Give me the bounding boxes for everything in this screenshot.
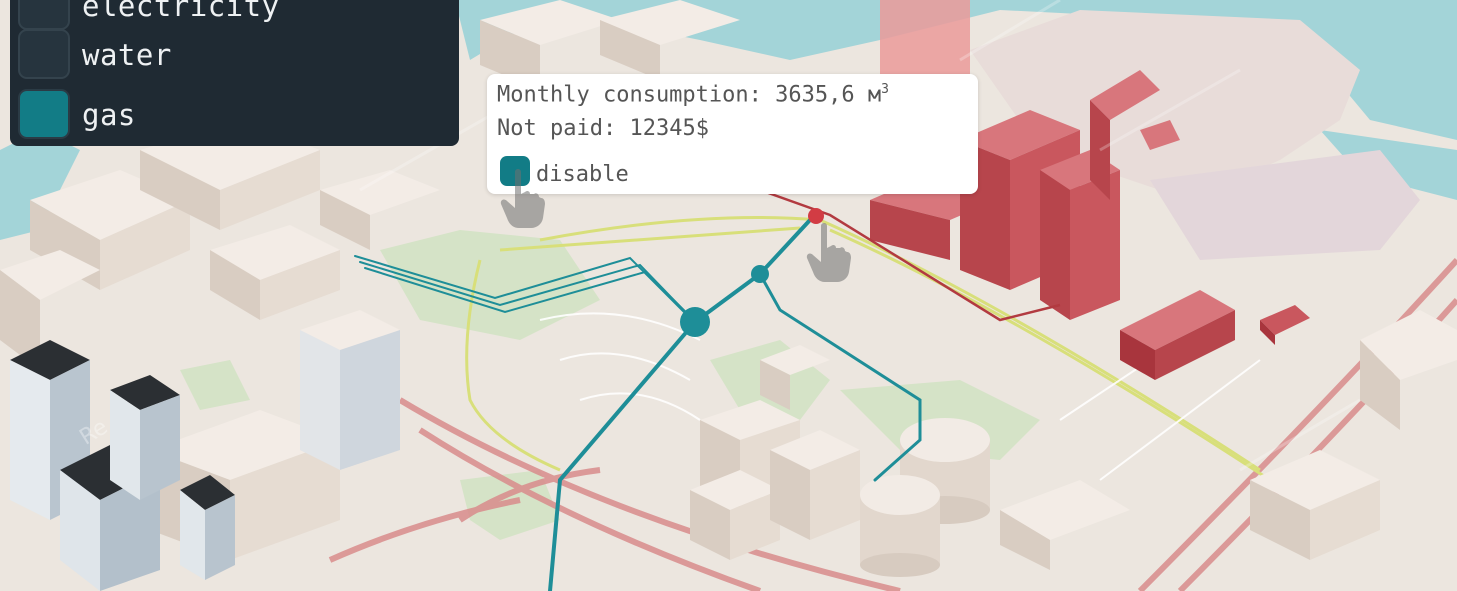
legend-label-gas: gas xyxy=(82,98,136,132)
legend-item-gas[interactable]: gas xyxy=(18,89,448,139)
hand-pointer-icon xyxy=(806,223,851,282)
layer-legend: electricity water gas xyxy=(10,0,459,146)
electricity-toggle[interactable] xyxy=(18,0,70,30)
not-paid-label: Not paid: xyxy=(497,116,617,141)
consumption-line: Monthly consumption: 3635,6 м3 xyxy=(497,82,889,107)
gas-toggle[interactable] xyxy=(18,89,70,139)
gas-junction-node-small[interactable] xyxy=(751,265,769,283)
not-paid-line: Not paid: 12345$ xyxy=(497,116,709,141)
legend-item-electricity[interactable]: electricity xyxy=(18,0,448,30)
info-popup: Monthly consumption: 3635,6 м3 Not paid:… xyxy=(487,74,978,194)
not-paid-value: 12345$ xyxy=(629,116,709,141)
hand-pointer-icon xyxy=(500,169,545,228)
consumption-unit-superscript: 3 xyxy=(881,82,889,97)
legend-item-water[interactable]: water xyxy=(18,29,448,79)
legend-label-water: water xyxy=(82,38,172,72)
consumption-label: Monthly consumption: xyxy=(497,82,762,108)
gas-junction-node[interactable] xyxy=(680,307,710,337)
consumption-value: 3635,6 м xyxy=(775,82,882,108)
water-toggle[interactable] xyxy=(18,29,70,79)
legend-label-electricity: electricity xyxy=(82,0,280,23)
disable-label: disable xyxy=(536,162,629,187)
